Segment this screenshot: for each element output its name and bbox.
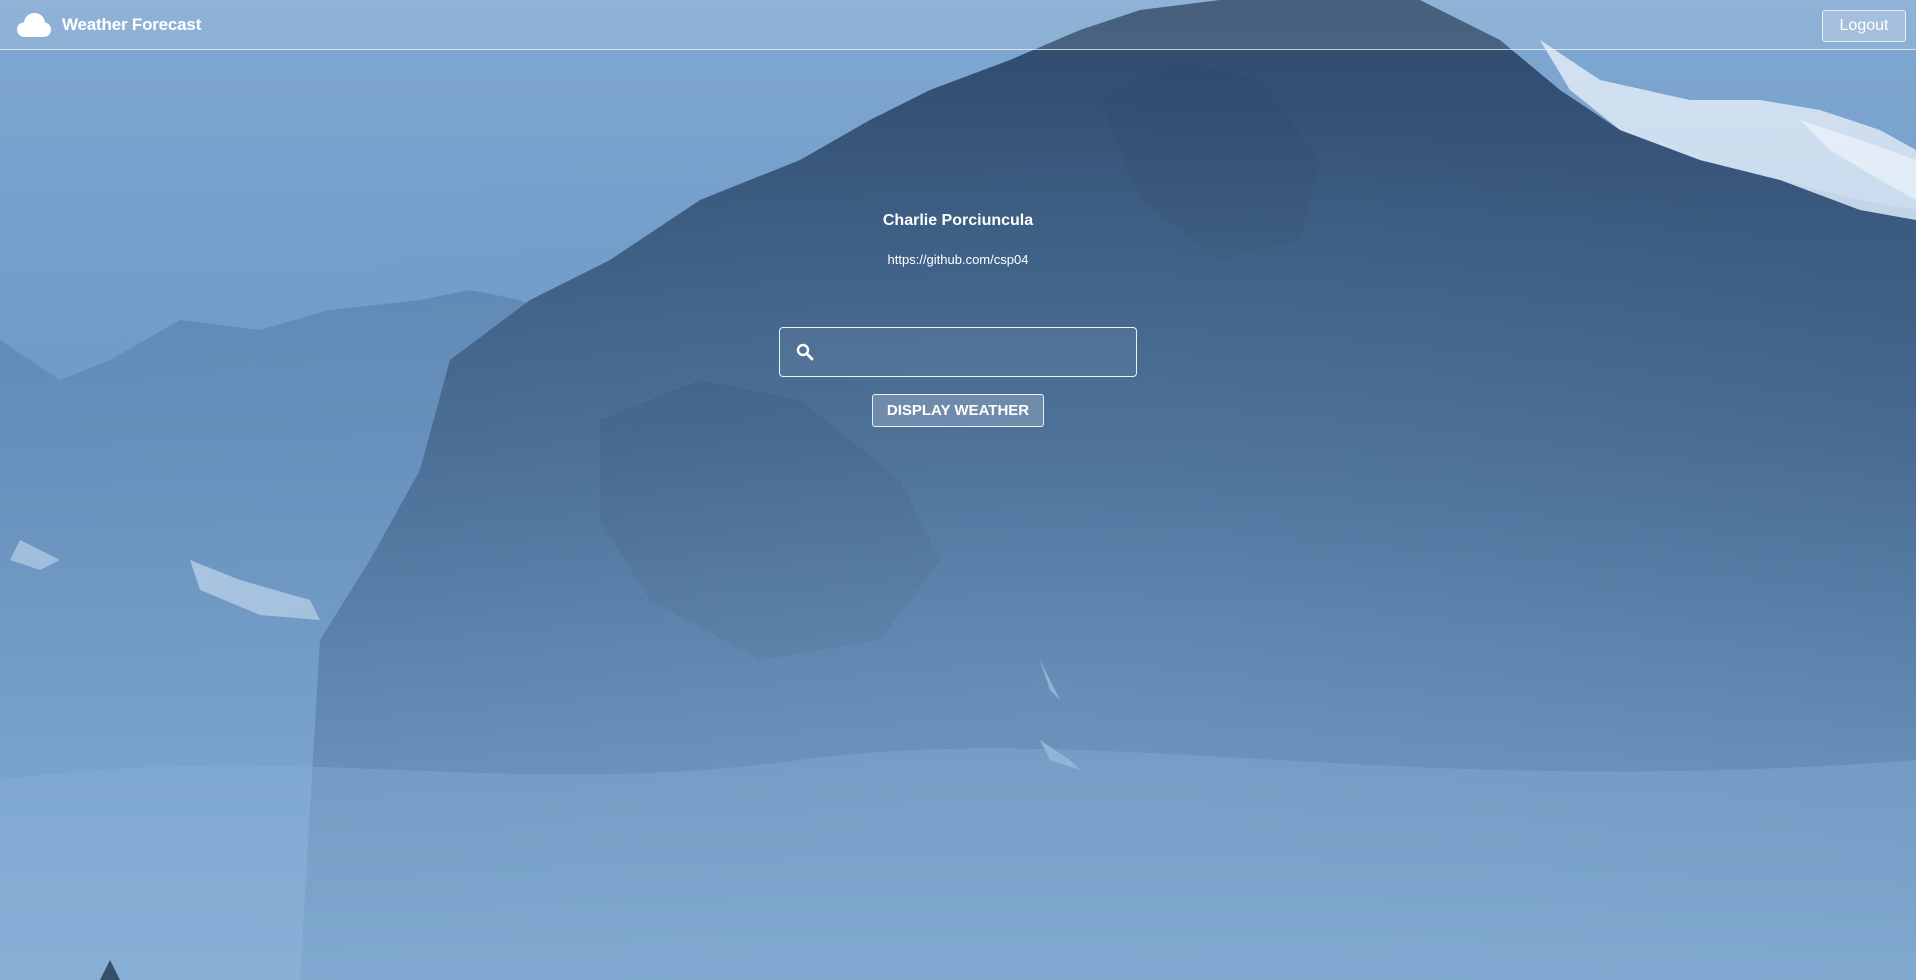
weather-app-page: Weather Forecast Logout Charlie Porciunc… bbox=[0, 0, 1916, 980]
app-title: Weather Forecast bbox=[62, 15, 202, 34]
logout-button[interactable]: Logout bbox=[1822, 10, 1906, 42]
city-search-box[interactable] bbox=[779, 327, 1137, 377]
display-weather-button[interactable]: DISPLAY WEATHER bbox=[872, 394, 1044, 427]
cloud-icon bbox=[17, 13, 51, 37]
github-link[interactable]: https://github.com/csp04 bbox=[0, 252, 1916, 267]
profile-name: Charlie Porciuncula bbox=[882, 212, 1034, 229]
search-icon bbox=[796, 343, 814, 361]
mountain-background-image bbox=[0, 0, 1916, 980]
city-search-input[interactable] bbox=[828, 336, 1128, 370]
top-navbar: Weather Forecast Logout bbox=[0, 0, 1916, 50]
brand[interactable]: Weather Forecast bbox=[16, 11, 201, 39]
